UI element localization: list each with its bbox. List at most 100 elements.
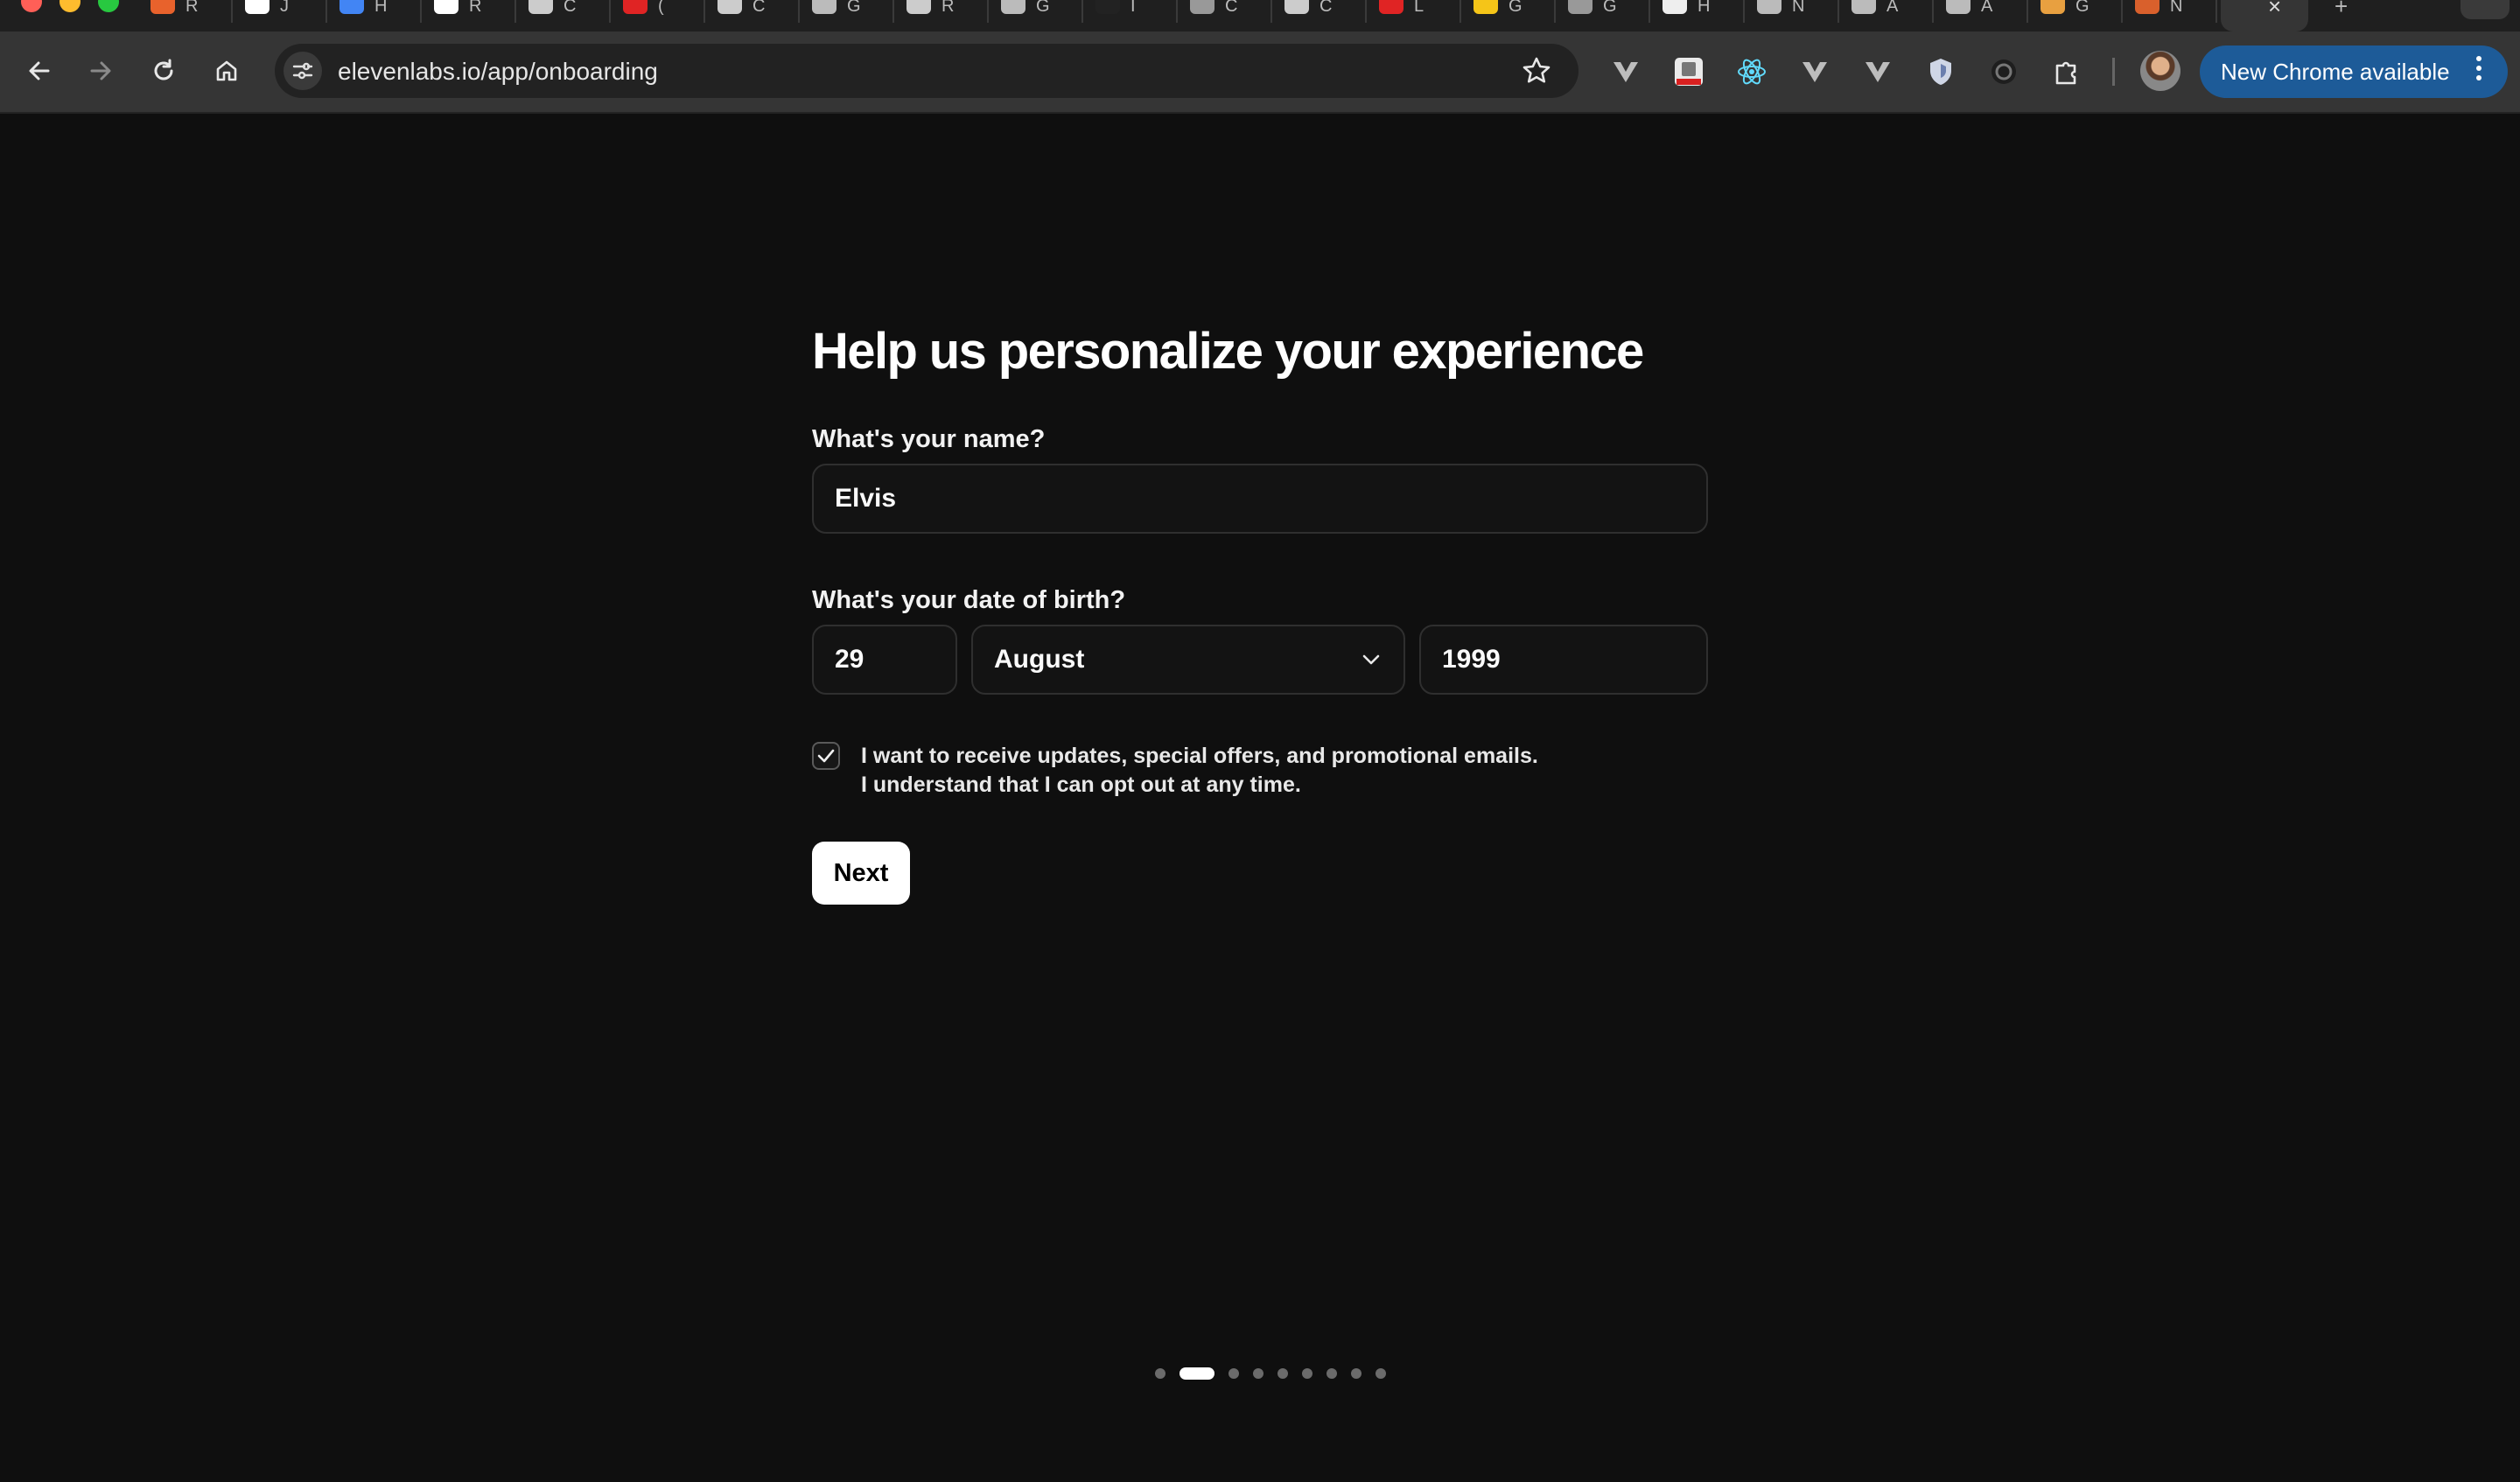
progress-dot bbox=[1376, 1368, 1386, 1379]
browser-tab[interactable]: ( bbox=[611, 0, 705, 23]
tab-favicon-icon bbox=[906, 0, 931, 14]
browser-tab[interactable]: R bbox=[422, 0, 516, 23]
browser-tab[interactable]: H bbox=[327, 0, 422, 23]
openai-icon[interactable] bbox=[1984, 52, 2023, 91]
forward-button[interactable] bbox=[80, 51, 121, 91]
more-menu-icon[interactable] bbox=[2476, 56, 2483, 85]
tab-title: C bbox=[564, 0, 577, 16]
tab-favicon-icon bbox=[1568, 0, 1592, 14]
site-settings-button[interactable] bbox=[284, 52, 322, 90]
bookmark-star-icon[interactable] bbox=[1521, 55, 1552, 91]
browser-tab[interactable]: C bbox=[516, 0, 611, 23]
browser-tab[interactable]: G bbox=[800, 0, 894, 23]
browser-tab[interactable]: A bbox=[1934, 0, 2028, 23]
dob-label: What's your date of birth? bbox=[812, 586, 1126, 614]
tab-search-button[interactable] bbox=[2460, 0, 2510, 19]
browser-tab[interactable]: N bbox=[2123, 0, 2217, 23]
tab-title: G bbox=[1508, 0, 1522, 16]
name-value: Elvis bbox=[835, 484, 897, 513]
new-chrome-available-button[interactable]: New Chrome available bbox=[2200, 45, 2508, 98]
browser-tab[interactable]: L bbox=[1367, 0, 1461, 23]
browser-tab[interactable]: H bbox=[1650, 0, 1745, 23]
react-icon[interactable] bbox=[1732, 52, 1771, 91]
browser-toolbar: elevenlabs.io/app/onboarding New Chrome … bbox=[0, 31, 2520, 114]
tab-strip: R J H R C (C G R G I C C L G G H N A A G N × + bbox=[0, 0, 2520, 31]
back-button[interactable] bbox=[19, 51, 60, 91]
reload-button[interactable] bbox=[144, 51, 184, 91]
close-window-button[interactable] bbox=[21, 0, 42, 12]
progress-dot bbox=[1253, 1368, 1264, 1379]
tab-favicon-icon bbox=[1852, 0, 1876, 14]
maximize-window-button[interactable] bbox=[98, 0, 119, 12]
vercel-icon[interactable] bbox=[1796, 52, 1834, 91]
back-arrow-icon bbox=[29, 61, 50, 80]
browser-tab[interactable]: R bbox=[138, 0, 233, 23]
tab-favicon-icon bbox=[340, 0, 364, 14]
tab-title: I bbox=[1130, 0, 1136, 16]
progress-dot bbox=[1228, 1368, 1239, 1379]
progress-dot-active bbox=[1180, 1367, 1214, 1380]
address-bar[interactable]: elevenlabs.io/app/onboarding bbox=[275, 44, 1578, 98]
browser-tab[interactable]: G bbox=[989, 0, 1083, 23]
browser-tab[interactable]: R bbox=[894, 0, 989, 23]
tab-title: R bbox=[942, 0, 955, 16]
dob-month-select[interactable]: August bbox=[971, 625, 1405, 695]
tab-favicon-icon bbox=[2135, 0, 2160, 14]
vercel-icon[interactable] bbox=[1858, 52, 1897, 91]
progress-dot bbox=[1351, 1368, 1362, 1379]
tab-title: H bbox=[1698, 0, 1711, 16]
tab-favicon-icon bbox=[1474, 0, 1498, 14]
progress-dot bbox=[1302, 1368, 1312, 1379]
tab-title: C bbox=[752, 0, 766, 16]
close-tab-icon[interactable]: × bbox=[2268, 0, 2281, 20]
browser-tab[interactable]: G bbox=[1556, 0, 1650, 23]
tab-title: C bbox=[1320, 0, 1333, 16]
marketing-consent-checkbox[interactable] bbox=[812, 742, 840, 770]
url-text[interactable]: elevenlabs.io/app/onboarding bbox=[338, 59, 658, 85]
consent-text: I want to receive updates, special offer… bbox=[861, 742, 1538, 800]
tune-icon bbox=[292, 62, 313, 80]
tab-favicon-icon bbox=[812, 0, 836, 14]
onboarding-page: Help us personalize your experience What… bbox=[0, 115, 2520, 1482]
browser-tab[interactable]: C bbox=[705, 0, 800, 23]
tab-title: G bbox=[1603, 0, 1617, 16]
tab-title: N bbox=[2170, 0, 2183, 16]
browser-tab[interactable]: G bbox=[2028, 0, 2123, 23]
tab-favicon-icon bbox=[1757, 0, 1782, 14]
browser-tab[interactable]: A bbox=[1839, 0, 1934, 23]
tab-favicon-icon bbox=[1001, 0, 1026, 14]
active-tab[interactable]: × bbox=[2221, 0, 2308, 31]
shield-icon[interactable] bbox=[1922, 52, 1960, 91]
next-button[interactable]: Next bbox=[812, 842, 910, 905]
tab-favicon-icon bbox=[1662, 0, 1687, 14]
dob-year-input[interactable]: 1999 bbox=[1419, 625, 1708, 695]
name-input[interactable]: Elvis bbox=[812, 464, 1708, 534]
browser-tab[interactable]: C bbox=[1272, 0, 1367, 23]
browser-tab[interactable]: J bbox=[233, 0, 327, 23]
tab-favicon-icon bbox=[1190, 0, 1214, 14]
progress-stepper bbox=[1155, 1367, 1386, 1381]
browser-tab[interactable]: N bbox=[1745, 0, 1839, 23]
login-icon[interactable] bbox=[1670, 52, 1708, 91]
browser-tab[interactable]: C bbox=[1178, 0, 1272, 23]
tab-favicon-icon bbox=[528, 0, 553, 14]
page-title: Help us personalize your experience bbox=[812, 323, 1644, 380]
profile-avatar[interactable] bbox=[2140, 51, 2180, 91]
new-tab-icon[interactable]: + bbox=[2334, 0, 2348, 20]
tab-title: ( bbox=[658, 0, 664, 16]
vercel-icon[interactable] bbox=[1606, 52, 1645, 91]
dob-month-value: August bbox=[994, 645, 1085, 674]
home-button[interactable] bbox=[206, 51, 247, 91]
consent-line-2: I understand that I can opt out at any t… bbox=[861, 772, 1301, 797]
tab-favicon-icon bbox=[1379, 0, 1404, 14]
consent-line-1: I want to receive updates, special offer… bbox=[861, 744, 1538, 768]
progress-dot bbox=[1155, 1368, 1166, 1379]
browser-tab[interactable]: I bbox=[1083, 0, 1178, 23]
browser-tab[interactable]: G bbox=[1461, 0, 1556, 23]
tab-title: N bbox=[1792, 0, 1805, 16]
tab-favicon-icon bbox=[718, 0, 742, 14]
tab-favicon-icon bbox=[2040, 0, 2065, 14]
puzzle-icon[interactable] bbox=[2048, 52, 2086, 91]
minimize-window-button[interactable] bbox=[60, 0, 80, 12]
dob-day-input[interactable]: 29 bbox=[812, 625, 957, 695]
